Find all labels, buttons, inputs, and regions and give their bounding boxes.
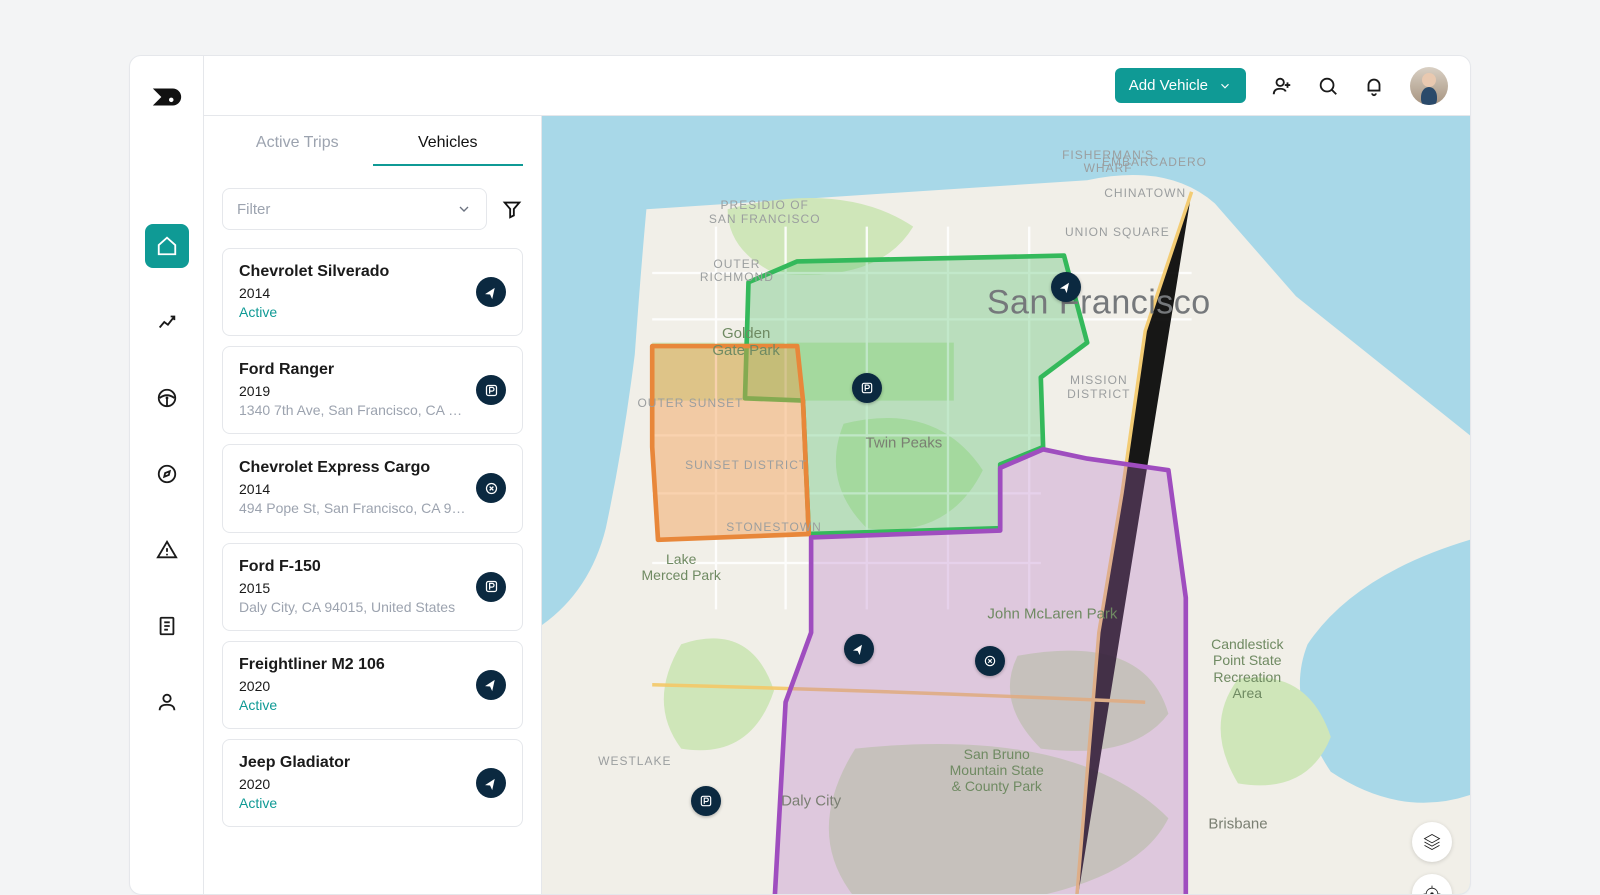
vehicle-name: Chevrolet Silverado [239, 263, 466, 281]
map-label: PRESIDIO OFSAN FRANCISCO [709, 199, 821, 227]
nav-analytics[interactable] [145, 300, 189, 344]
map-controls [1412, 822, 1452, 894]
vehicle-status-icon [476, 277, 506, 307]
map-label: Twin Peaks [866, 434, 943, 451]
map-locate-button[interactable] [1412, 874, 1452, 894]
map-label: San BrunoMountain State& County Park [950, 745, 1044, 793]
panel-tabs: Active Trips Vehicles [222, 134, 523, 166]
map-label: OUTERRICHMOND [700, 258, 774, 286]
tab-vehicles[interactable]: Vehicles [373, 134, 524, 166]
main-area: Add Vehicle Active Trips Vehicles Filter [204, 56, 1470, 894]
vehicle-name: Chevrolet Express Cargo [239, 459, 466, 477]
vehicle-year: 2019 [239, 383, 466, 399]
chevron-down-icon [1218, 79, 1232, 93]
map-label: John McLaren Park [987, 605, 1117, 622]
nav-rail [130, 56, 204, 894]
map-marker[interactable] [844, 634, 874, 664]
nav-drivers[interactable] [145, 376, 189, 420]
map-marker[interactable] [691, 786, 721, 816]
nav-alerts[interactable] [145, 528, 189, 572]
vehicle-subline: Active [239, 303, 466, 321]
map-marker[interactable] [975, 646, 1005, 676]
map-label: Daly City [781, 792, 841, 809]
vehicle-card[interactable]: Ford F-150 2015 Daly City, CA 94015, Unite… [222, 543, 523, 631]
vehicle-name: Jeep Gladiator [239, 754, 466, 772]
map-label: EMBARCADERO [1102, 156, 1207, 170]
vehicle-status-icon [476, 768, 506, 798]
map-marker[interactable] [1051, 272, 1081, 302]
vehicle-year: 2020 [239, 678, 466, 694]
map-label: Brisbane [1208, 815, 1267, 832]
vehicle-status-icon [476, 473, 506, 503]
filter-select[interactable]: Filter [222, 188, 487, 230]
map-label: SUNSET DISTRICT [685, 459, 807, 473]
funnel-icon [501, 198, 523, 220]
map[interactable]: San Francisco GoldenGate Park Twin Peaks… [542, 116, 1470, 894]
chevron-down-icon [456, 201, 472, 217]
vehicle-status-icon [476, 375, 506, 405]
vehicle-subline: 494 Pope St, San Francisco, CA 94112, Un… [239, 499, 466, 517]
map-label: STONESTOWN [726, 521, 822, 535]
avatar[interactable] [1410, 67, 1448, 105]
filter-row: Filter [222, 188, 523, 230]
vehicle-subline: 1340 7th Ave, San Francisco, CA 94122,… [239, 401, 466, 419]
vehicle-list: Chevrolet Silverado 2014 Active Ford Ranger… [222, 248, 523, 837]
vehicle-status-icon [476, 670, 506, 700]
filter-icon-button[interactable] [501, 198, 523, 220]
vehicle-card[interactable]: Chevrolet Express Cargo 2014 494 Pope St, … [222, 444, 523, 532]
vehicle-year: 2014 [239, 285, 466, 301]
app-window: Add Vehicle Active Trips Vehicles Filter [129, 55, 1471, 895]
vehicle-card[interactable]: Ford Ranger 2019 1340 7th Ave, San Francis… [222, 346, 523, 434]
nav-explore[interactable] [145, 452, 189, 496]
tab-active-trips[interactable]: Active Trips [222, 134, 373, 166]
map-park-label: GoldenGate Park [712, 324, 780, 359]
map-label: LakeMerced Park [642, 551, 721, 583]
nav-reports[interactable] [145, 604, 189, 648]
nav-profile[interactable] [145, 680, 189, 724]
nav-home[interactable] [145, 224, 189, 268]
map-label: CHINATOWN [1104, 187, 1186, 201]
vehicle-name: Ford Ranger [239, 361, 466, 379]
vehicle-subline: Active [239, 794, 466, 812]
map-label: OUTER SUNSET [637, 397, 743, 411]
map-label: UNION SQUARE [1065, 226, 1170, 240]
vehicle-year: 2020 [239, 776, 466, 792]
vehicle-card[interactable]: Jeep Gladiator 2020 Active [222, 739, 523, 827]
vehicle-status-icon [476, 572, 506, 602]
vehicle-year: 2015 [239, 580, 466, 596]
vehicle-subline: Active [239, 696, 466, 714]
notifications-button[interactable] [1354, 66, 1394, 106]
search-button[interactable] [1308, 66, 1348, 106]
map-city-label: San Francisco [987, 283, 1211, 322]
vehicle-name: Freightliner M2 106 [239, 656, 466, 674]
brand-logo [150, 80, 184, 114]
map-label: WESTLAKE [598, 755, 671, 769]
add-vehicle-button[interactable]: Add Vehicle [1115, 68, 1246, 103]
add-vehicle-label: Add Vehicle [1129, 77, 1208, 94]
vehicles-panel: Active Trips Vehicles Filter Chevrolet S… [204, 116, 542, 894]
vehicle-year: 2014 [239, 481, 466, 497]
filter-placeholder: Filter [237, 201, 270, 218]
vehicle-card[interactable]: Freightliner M2 106 2020 Active [222, 641, 523, 729]
topbar: Add Vehicle [204, 56, 1470, 116]
map-layers-button[interactable] [1412, 822, 1452, 862]
map-label: MISSIONDISTRICT [1067, 375, 1130, 403]
map-label: CandlestickPoint StateRecreationArea [1211, 636, 1283, 700]
content: Active Trips Vehicles Filter Chevrolet S… [204, 116, 1470, 894]
invite-user-button[interactable] [1262, 66, 1302, 106]
map-marker[interactable] [852, 373, 882, 403]
vehicle-subline: Daly City, CA 94015, United States [239, 598, 466, 616]
vehicle-card[interactable]: Chevrolet Silverado 2014 Active [222, 248, 523, 336]
nav-rail-links [145, 224, 189, 724]
vehicle-name: Ford F-150 [239, 558, 466, 576]
